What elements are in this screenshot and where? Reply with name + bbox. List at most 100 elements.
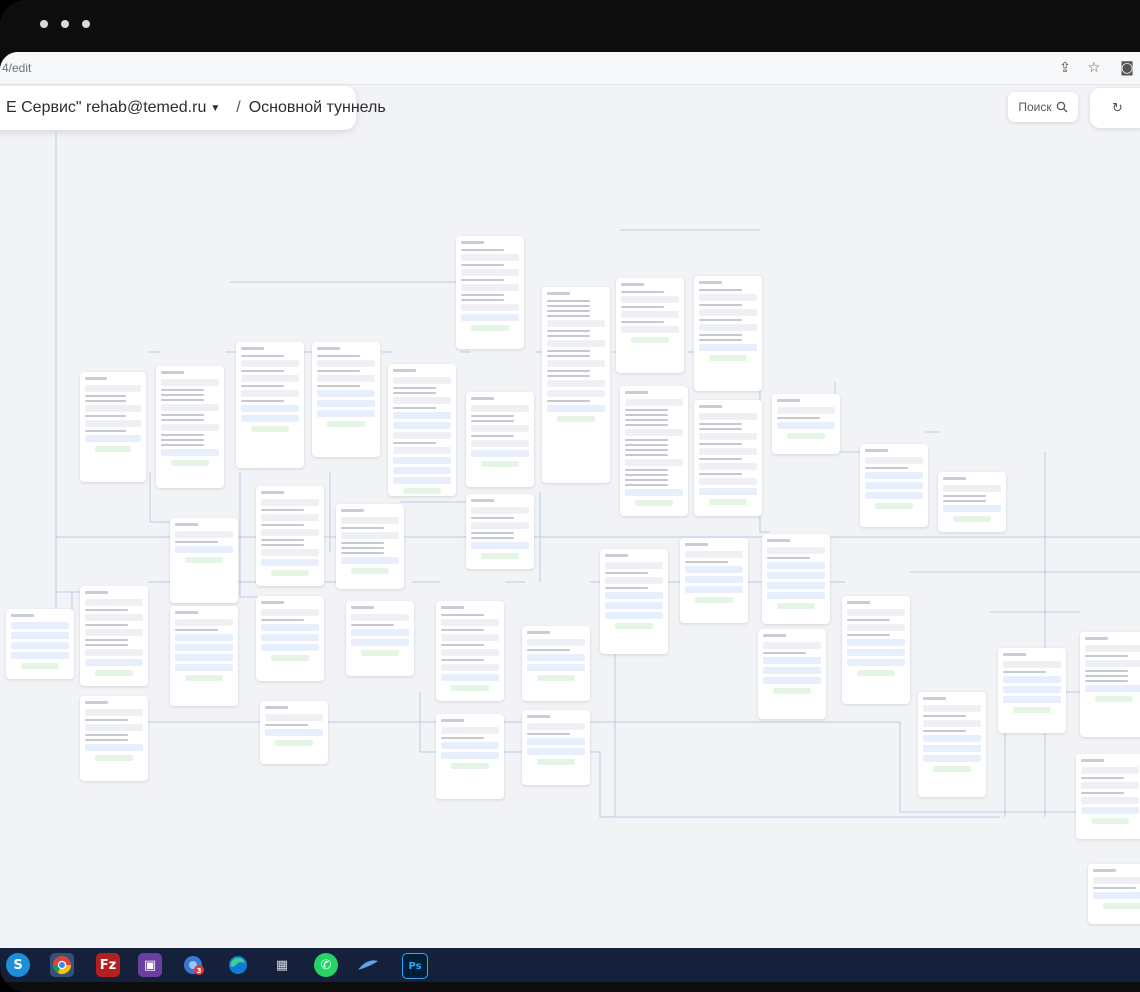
block-footer-button[interactable] (451, 763, 489, 769)
window-dot[interactable] (82, 20, 90, 28)
block-button[interactable] (261, 644, 319, 651)
block-button[interactable] (265, 729, 323, 736)
share-icon[interactable]: ⇪ (1056, 59, 1074, 77)
flow-block[interactable] (156, 366, 224, 488)
block-button[interactable] (605, 612, 663, 619)
browser-address-bar[interactable]: 4/edit ⇪ ☆ ◙ (0, 52, 1140, 85)
block-button[interactable] (767, 562, 825, 569)
block-footer-button[interactable] (185, 675, 223, 681)
flow-block[interactable] (466, 494, 534, 569)
block-footer-button[interactable] (557, 416, 595, 422)
flow-block[interactable] (616, 278, 684, 373)
block-button[interactable] (11, 642, 69, 649)
filezilla-icon[interactable]: Fz (96, 953, 120, 977)
app-shark-icon[interactable] (356, 953, 380, 977)
block-footer-button[interactable] (953, 516, 991, 522)
block-footer-button[interactable] (185, 557, 223, 563)
block-button[interactable] (471, 542, 529, 549)
flow-block[interactable] (694, 400, 762, 516)
breadcrumb-account[interactable]: Е Сервис" rehab@temed.ru (6, 99, 206, 117)
block-button[interactable] (763, 677, 821, 684)
block-button[interactable] (847, 649, 905, 656)
flow-block[interactable] (860, 444, 928, 527)
block-footer-button[interactable] (251, 426, 289, 432)
block-button[interactable] (699, 488, 757, 495)
flow-block[interactable] (388, 364, 456, 496)
block-footer-button[interactable] (537, 675, 575, 681)
block-footer-button[interactable] (709, 355, 747, 361)
block-button[interactable] (527, 664, 585, 671)
block-footer-button[interactable] (95, 670, 133, 676)
block-button[interactable] (763, 667, 821, 674)
block-button[interactable] (261, 634, 319, 641)
flow-block[interactable] (680, 538, 748, 623)
block-button[interactable] (1081, 807, 1139, 814)
block-button[interactable] (241, 405, 299, 412)
url-text[interactable]: 4/edit (2, 61, 31, 75)
block-button[interactable] (341, 557, 399, 564)
flow-block[interactable] (542, 287, 610, 483)
block-button[interactable] (441, 674, 499, 681)
block-footer-button[interactable] (695, 597, 733, 603)
flow-block[interactable] (466, 392, 534, 487)
flow-block[interactable] (336, 504, 404, 589)
block-button[interactable] (685, 576, 743, 583)
app-icon[interactable]: ▣ (138, 953, 162, 977)
block-button[interactable] (767, 572, 825, 579)
flow-block[interactable] (456, 236, 524, 349)
flow-block[interactable] (346, 601, 414, 676)
flow-block[interactable] (600, 549, 668, 654)
flow-block[interactable] (694, 276, 762, 391)
block-button[interactable] (317, 390, 375, 397)
block-button[interactable] (261, 624, 319, 631)
block-button[interactable] (777, 422, 835, 429)
block-button[interactable] (865, 482, 923, 489)
block-footer-button[interactable] (777, 603, 815, 609)
block-footer-button[interactable] (271, 570, 309, 576)
block-footer-button[interactable] (95, 755, 133, 761)
flow-block[interactable] (256, 486, 324, 586)
block-button[interactable] (923, 735, 981, 742)
block-footer-button[interactable] (615, 623, 653, 629)
block-button[interactable] (923, 755, 981, 762)
block-footer-button[interactable] (271, 655, 309, 661)
flow-block[interactable] (260, 701, 328, 764)
star-icon[interactable]: ☆ (1085, 59, 1103, 77)
block-footer-button[interactable] (631, 337, 669, 343)
block-footer-button[interactable] (21, 663, 59, 669)
flow-block[interactable] (256, 596, 324, 681)
block-button[interactable] (175, 664, 233, 671)
block-button[interactable] (865, 472, 923, 479)
block-button[interactable] (85, 435, 141, 442)
block-button[interactable] (351, 639, 409, 646)
block-button[interactable] (471, 450, 529, 457)
block-button[interactable] (175, 634, 233, 641)
block-footer-button[interactable] (787, 433, 825, 439)
flow-block[interactable] (620, 386, 688, 516)
block-button[interactable] (85, 744, 143, 751)
flow-block[interactable] (1076, 754, 1140, 839)
block-footer-button[interactable] (537, 759, 575, 765)
block-button[interactable] (1085, 685, 1140, 692)
block-footer-button[interactable] (709, 499, 747, 505)
flow-block[interactable] (80, 696, 148, 781)
block-button[interactable] (351, 629, 409, 636)
flow-block[interactable] (772, 394, 840, 454)
block-button[interactable] (441, 742, 499, 749)
block-button[interactable] (441, 752, 499, 759)
flow-block[interactable] (1080, 632, 1140, 737)
block-button[interactable] (261, 559, 319, 566)
block-button[interactable] (317, 410, 375, 417)
block-button[interactable] (11, 652, 69, 659)
block-button[interactable] (865, 492, 923, 499)
flow-block[interactable] (1088, 864, 1140, 924)
block-button[interactable] (527, 654, 585, 661)
chrome-icon[interactable] (50, 953, 74, 977)
block-footer-button[interactable] (875, 503, 913, 509)
block-button[interactable] (175, 546, 233, 553)
block-button[interactable] (923, 745, 981, 752)
block-button[interactable] (943, 505, 1001, 512)
block-button[interactable] (1003, 676, 1061, 683)
block-button[interactable] (393, 412, 451, 419)
skype-icon[interactable]: S (6, 953, 30, 977)
